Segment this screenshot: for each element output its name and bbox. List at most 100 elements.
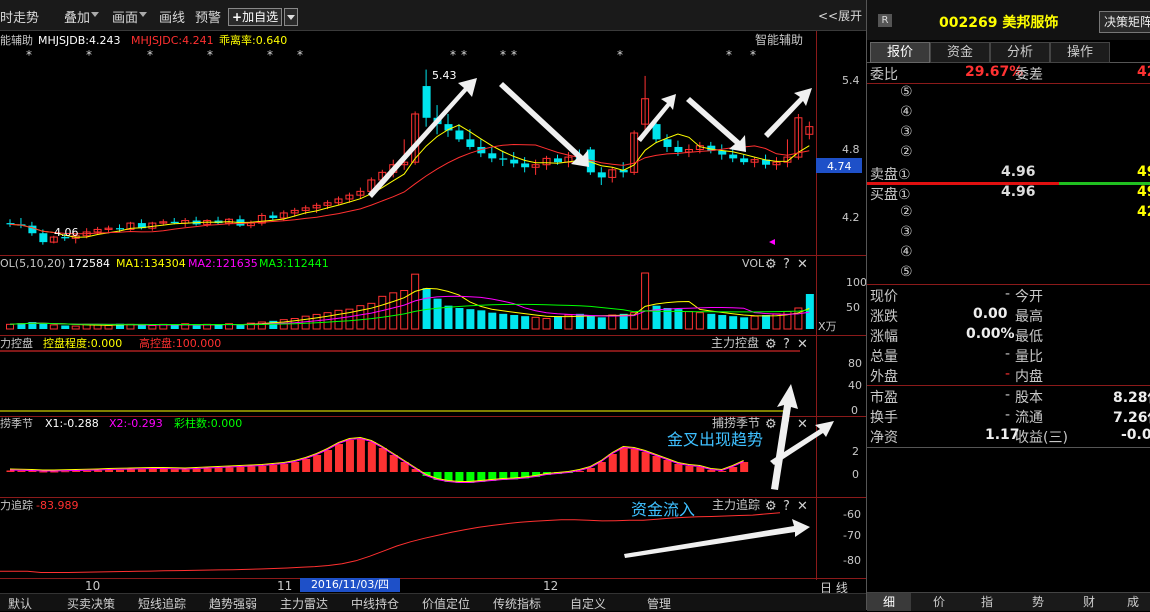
volume-bar (455, 308, 464, 329)
tab-index[interactable]: 指 (965, 593, 1009, 611)
vol-help-icon[interactable]: ? (783, 257, 790, 272)
volume-bar (597, 317, 606, 329)
track-panel-title: 力追踪 (0, 498, 33, 512)
screen-dropdown-icon[interactable] (139, 12, 147, 17)
tab-custom[interactable]: 自定义 (570, 595, 606, 612)
tab-detail[interactable]: 细 (867, 593, 911, 611)
candle-body (499, 158, 508, 160)
star-marker: * (511, 48, 517, 62)
arrow-icon (624, 519, 810, 558)
vol-panel-title: OL(5,10,20) (0, 257, 65, 270)
expand-button[interactable]: <<展开 (818, 7, 862, 24)
tab-analysis[interactable]: 分析 (990, 42, 1050, 63)
season-bar (685, 466, 694, 472)
season-bar (159, 469, 168, 472)
control-high: 高控盘:100.000 (139, 336, 221, 350)
vol-ma1: MA1:134304 (116, 257, 186, 270)
tab-trend-mini[interactable]: 势 (1016, 593, 1060, 611)
buy1-price: 4.96 (1001, 184, 1036, 200)
tab-capital[interactable]: 资金 (930, 42, 990, 63)
plus-icon: + (232, 10, 243, 24)
season-bar (608, 454, 617, 472)
tab-deals[interactable]: 成 (1115, 593, 1150, 611)
buy4-label: ④ (900, 244, 913, 260)
volume-bar (608, 314, 617, 330)
tab-traditional[interactable]: 传统指标 (493, 595, 541, 612)
season-gear-icon[interactable]: ⚙ (765, 417, 777, 432)
tab-quote[interactable]: 报价 (870, 42, 930, 63)
stat-outer-value: - (1005, 366, 1011, 382)
volume-bar (444, 305, 453, 329)
tab-default[interactable]: 默认 (8, 595, 32, 612)
star-marker: * (86, 48, 92, 62)
vol-gear-icon[interactable]: ⚙ (765, 257, 777, 272)
tab-radar[interactable]: 主力雷达 (280, 595, 328, 612)
track-panel (0, 512, 781, 573)
stat-low-label: 最低 (1015, 329, 1043, 345)
watchlist-dropdown-button[interactable] (284, 8, 298, 26)
stock-chart[interactable]: * * * * * * * * * * * * * 能辅助 MHJSJDB:4.243 MHJSJDC:… (0, 31, 866, 580)
main-ytick-3: 4.2 (842, 211, 860, 224)
volume-bar (192, 325, 201, 329)
volume-bar (466, 309, 475, 329)
candle-body (674, 146, 683, 153)
tab-value[interactable]: 价值定位 (422, 595, 470, 612)
divider (867, 284, 1150, 285)
control-close-icon[interactable]: ✕ (797, 337, 808, 352)
tab-short-track[interactable]: 短线追踪 (138, 595, 186, 612)
season-bar (17, 470, 26, 472)
tab-finance[interactable]: 财 (1067, 593, 1111, 611)
tab-manage[interactable]: 管理 (647, 595, 671, 612)
control-help-icon[interactable]: ? (783, 337, 790, 352)
control-panel-title: 力控盘 (0, 336, 33, 350)
toolbar-alert[interactable]: 预警 (195, 7, 221, 26)
track-gear-icon[interactable]: ⚙ (765, 499, 777, 514)
candle-body (116, 228, 124, 230)
overlay-dropdown-icon[interactable] (91, 12, 99, 17)
add-watchlist-label: 加自选 (242, 10, 279, 24)
volume-bar (729, 316, 738, 329)
track-close-icon[interactable]: ✕ (797, 499, 808, 514)
vol-close-icon[interactable]: ✕ (797, 257, 808, 272)
volume-panel (6, 272, 814, 330)
toolbar-time-chart[interactable]: 时走势 (0, 7, 39, 26)
control-degree: 控盘程度:0.000 (43, 336, 122, 350)
season-bar (619, 448, 628, 472)
volume-bar (740, 317, 749, 329)
candle-body (663, 139, 672, 147)
toolbar-draw-line[interactable]: 画线 (159, 7, 185, 26)
season-bar (137, 469, 146, 472)
track-ytick-2: -70 (843, 529, 861, 542)
main-ytick-1: 5.4 (842, 74, 860, 87)
volume-bar (137, 324, 146, 329)
divider (867, 447, 1150, 448)
control-panel (0, 350, 800, 412)
volume-bar (531, 316, 540, 330)
buy1-label: 买盘① (870, 187, 911, 203)
control-gear-icon[interactable]: ⚙ (765, 337, 777, 352)
stat-turnover-value: - (1005, 407, 1011, 423)
season-bar (203, 468, 212, 472)
tab-buy-sell[interactable]: 买卖决策 (67, 595, 115, 612)
decision-matrix-button[interactable]: 决策矩阵 (1099, 11, 1150, 33)
toolbar-screen[interactable]: 画面 (112, 7, 138, 26)
tab-trend[interactable]: 趋势强弱 (209, 595, 257, 612)
main-panel-title: 能辅助 (0, 33, 33, 47)
tab-operate[interactable]: 操作 (1050, 42, 1110, 63)
add-watchlist-button[interactable]: +加自选 (228, 8, 283, 26)
track-help-icon[interactable]: ? (783, 499, 790, 514)
tab-mid-hold[interactable]: 中线持仓 (351, 595, 399, 612)
candle-body (729, 154, 738, 159)
toolbar-overlay[interactable]: 叠加 (64, 7, 90, 26)
sell5-label: ⑤ (900, 84, 913, 100)
season-bar (652, 456, 661, 472)
season-bar (214, 468, 223, 472)
season-bar (269, 465, 278, 472)
season-bar (50, 471, 59, 473)
season-close-icon[interactable]: ✕ (797, 417, 808, 432)
volume-bar (148, 325, 157, 330)
candle-body (510, 159, 519, 164)
current-price-label: 4.74 (827, 160, 852, 173)
tab-price[interactable]: 价 (917, 593, 961, 611)
stat-eps-value: -0.06 (1121, 427, 1150, 443)
